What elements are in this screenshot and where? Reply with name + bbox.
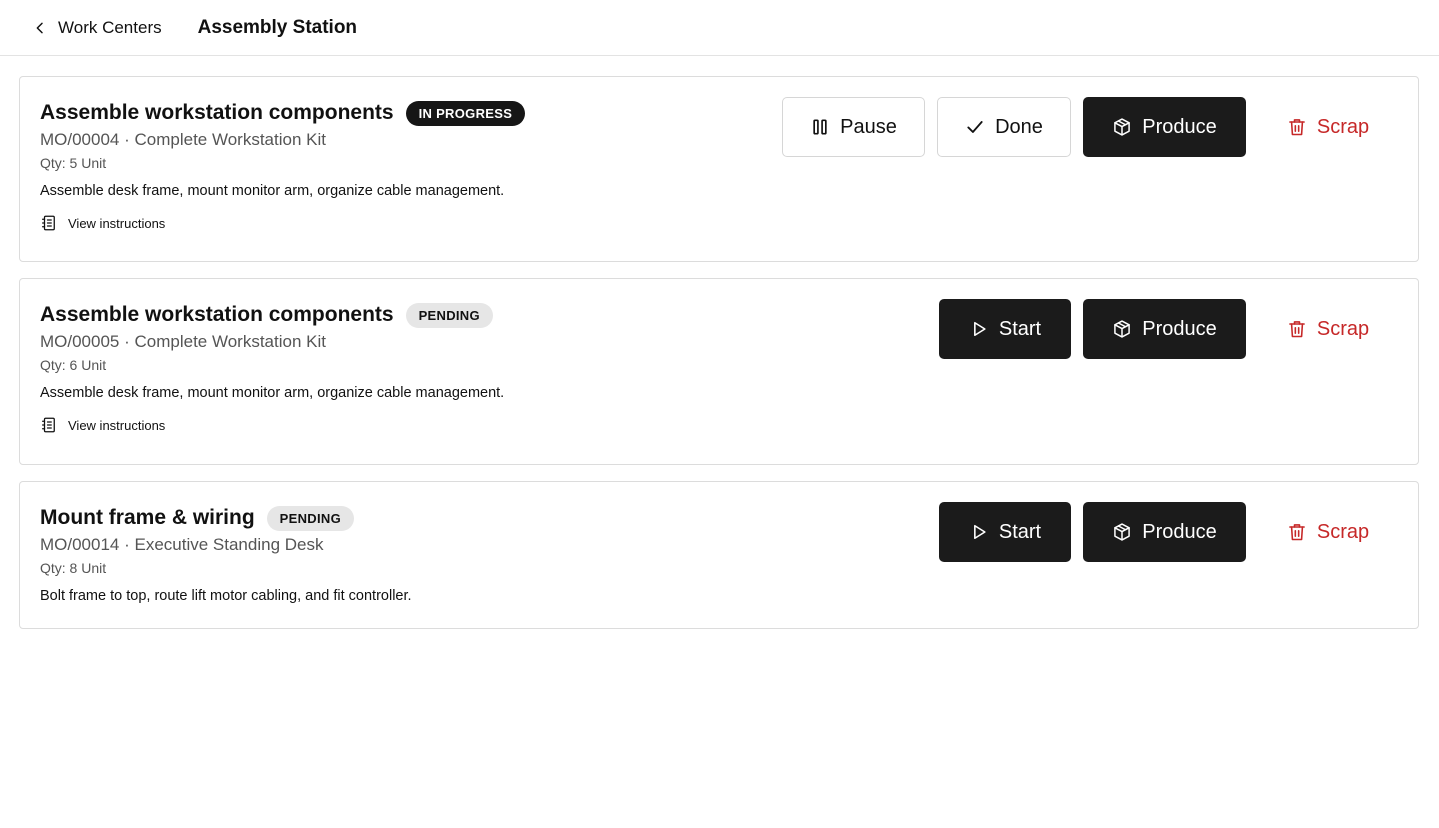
work-order-card: Assemble workstation components IN PROGR…: [19, 76, 1419, 262]
back-to-work-centers-link[interactable]: Work Centers: [32, 18, 162, 38]
back-label: Work Centers: [58, 17, 162, 37]
notebook-icon: [41, 215, 55, 231]
start-label: Start: [998, 317, 1042, 340]
page-title: Assembly Station: [197, 16, 358, 38]
start-label: Start: [998, 520, 1042, 543]
produce-button[interactable]: Produce: [1083, 299, 1246, 359]
produce-button[interactable]: Produce: [1083, 502, 1246, 562]
scrap-button[interactable]: Scrap: [1258, 97, 1398, 157]
pause-button[interactable]: Pause: [782, 97, 925, 157]
start-button[interactable]: Start: [939, 299, 1071, 359]
view-instructions-label: View instructions: [68, 215, 166, 231]
trash-icon: [1289, 321, 1305, 338]
check-icon: [967, 121, 983, 133]
card-actions: Start Produce Scrap: [939, 502, 1398, 562]
trash-icon: [1289, 524, 1305, 541]
produce-button[interactable]: Produce: [1083, 97, 1246, 157]
trash-icon: [1289, 119, 1305, 136]
work-order-description: Bolt frame to top, route lift motor cabl…: [40, 588, 412, 604]
view-instructions-link[interactable]: View instructions: [40, 214, 165, 232]
view-instructions-label: View instructions: [68, 417, 166, 433]
work-order-title: Mount frame & wiring: [40, 506, 255, 529]
work-order-title: Assemble workstation components: [40, 303, 394, 326]
card-actions: Start Produce Scrap: [939, 299, 1398, 359]
produce-label: Produce: [1142, 520, 1217, 543]
package-icon: [1114, 320, 1131, 338]
view-instructions-link[interactable]: View instructions: [40, 416, 165, 434]
work-order-title: Assemble workstation components: [40, 101, 394, 124]
chevron-left-icon: [36, 22, 43, 33]
work-order-description: Assemble desk frame, mount monitor arm, …: [40, 183, 505, 199]
scrap-label: Scrap: [1316, 317, 1370, 340]
work-order-card: Assemble workstation components PENDING …: [19, 278, 1419, 465]
work-order-card: Mount frame & wiring PENDING MO/00014 · …: [19, 481, 1419, 629]
top-bar: Work Centers Assembly Station: [0, 0, 1439, 56]
play-icon: [973, 321, 986, 337]
play-icon: [973, 524, 986, 540]
card-actions: Pause Done Produce Scrap: [782, 97, 1398, 157]
status-badge: PENDING: [266, 505, 355, 531]
produce-label: Produce: [1142, 115, 1217, 138]
notebook-icon: [41, 417, 55, 433]
done-label: Done: [995, 115, 1043, 138]
status-badge: IN PROGRESS: [405, 100, 526, 126]
done-button[interactable]: Done: [937, 97, 1071, 157]
scrap-label: Scrap: [1316, 520, 1370, 543]
package-icon: [1114, 523, 1131, 541]
scrap-button[interactable]: Scrap: [1258, 502, 1398, 562]
work-order-list: Assemble workstation components IN PROGR…: [0, 56, 1439, 629]
scrap-button[interactable]: Scrap: [1258, 299, 1398, 359]
produce-label: Produce: [1142, 317, 1217, 340]
scrap-label: Scrap: [1316, 115, 1370, 138]
start-button[interactable]: Start: [939, 502, 1071, 562]
pause-icon: [813, 119, 827, 135]
package-icon: [1114, 118, 1131, 136]
work-order-description: Assemble desk frame, mount monitor arm, …: [40, 385, 505, 401]
status-badge: PENDING: [405, 302, 493, 328]
pause-label: Pause: [840, 115, 897, 138]
